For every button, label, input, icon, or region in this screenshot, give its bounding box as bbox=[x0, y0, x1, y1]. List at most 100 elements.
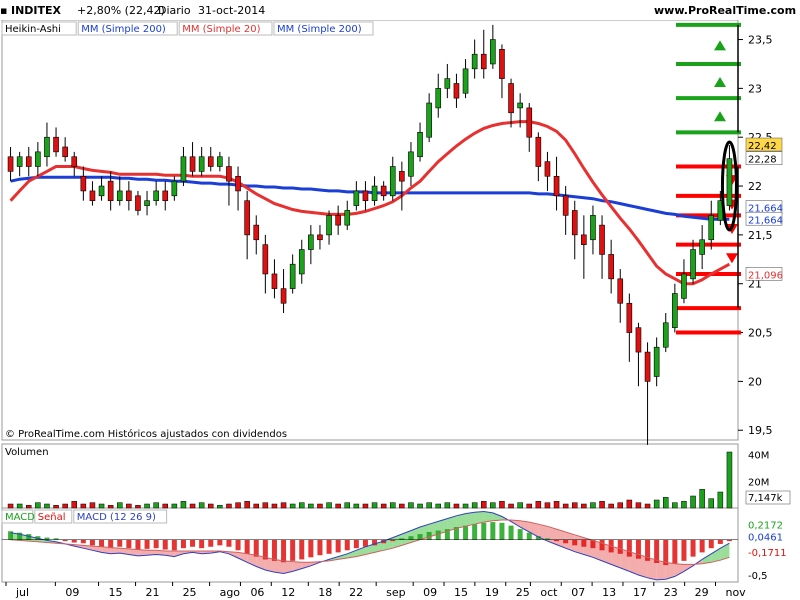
last-price-label: 22,42 bbox=[748, 141, 777, 152]
x-tick-label: 15 bbox=[109, 586, 123, 599]
legend-item: Heikin-Ashi bbox=[5, 24, 61, 35]
volume-bar bbox=[399, 503, 405, 509]
macd-histogram-bar bbox=[635, 539, 641, 559]
macd-histogram-bar bbox=[117, 539, 123, 547]
x-tick-label: 15 bbox=[454, 586, 468, 599]
volume-tick-label: 20M bbox=[748, 477, 769, 488]
x-tick-label: 17 bbox=[633, 586, 647, 599]
volume-bar bbox=[44, 503, 50, 509]
macd-histogram-bar bbox=[99, 539, 105, 547]
volume-label: Volumen bbox=[5, 447, 49, 458]
macd-histogram-bar bbox=[80, 539, 86, 544]
candle-body bbox=[408, 151, 414, 177]
volume-bar bbox=[599, 501, 605, 509]
macd-histogram-bar bbox=[44, 537, 50, 540]
volume-bar bbox=[135, 505, 141, 509]
macd-histogram-bar bbox=[180, 539, 186, 549]
volume-bar bbox=[53, 505, 59, 509]
candle-body bbox=[226, 166, 232, 182]
volume-bar bbox=[717, 491, 724, 509]
candle-body bbox=[7, 156, 14, 172]
volume-bar bbox=[444, 502, 451, 509]
chart-menu-icon[interactable]: ▪ bbox=[0, 4, 7, 17]
candle-body bbox=[681, 273, 687, 299]
macd-tick-label: -0,5 bbox=[748, 571, 768, 582]
macd-histogram-bar bbox=[235, 539, 241, 551]
volume-bar bbox=[362, 503, 369, 509]
x-tick-label: 07 bbox=[571, 586, 585, 599]
macd-histogram-bar bbox=[217, 539, 223, 546]
volume-bar bbox=[71, 501, 78, 509]
x-tick-label: sep bbox=[386, 586, 405, 599]
chart-header: ▪ INDITEX +2,80% (22,42) Diario 31-oct-2… bbox=[0, 0, 800, 20]
volume-bar bbox=[635, 502, 642, 509]
macd-histogram-bar bbox=[271, 539, 277, 561]
candle-body bbox=[553, 175, 560, 197]
candle-body bbox=[435, 88, 442, 109]
macd-histogram-bar bbox=[253, 539, 259, 557]
candle-body bbox=[44, 136, 50, 158]
volume-bar bbox=[426, 502, 432, 509]
x-tick-label: ago bbox=[220, 586, 241, 599]
candle-body bbox=[508, 83, 514, 114]
sma200-label-b: 21,664 bbox=[748, 215, 783, 226]
macd-histogram-bar bbox=[526, 532, 532, 540]
candle-body bbox=[326, 215, 332, 236]
macd-histogram-bar bbox=[153, 539, 159, 549]
macd-histogram-bar bbox=[317, 539, 323, 556]
volume-bar bbox=[35, 502, 41, 509]
macd-histogram-bar bbox=[144, 539, 150, 549]
volume-bar bbox=[262, 502, 269, 509]
candle-body bbox=[253, 224, 260, 241]
price-change: +2,80% (22,42) bbox=[77, 4, 165, 17]
x-tick-label: 22 bbox=[349, 586, 363, 599]
candle-body bbox=[590, 215, 596, 241]
candle-body bbox=[217, 156, 223, 167]
candle-body bbox=[308, 234, 314, 250]
candle-body bbox=[62, 146, 68, 158]
volume-bar bbox=[571, 502, 578, 509]
candle-body bbox=[626, 302, 633, 333]
volume-bar bbox=[326, 502, 332, 509]
x-tick-label: 19 bbox=[485, 586, 499, 599]
macd-histogram-bar bbox=[171, 539, 177, 551]
candle-body bbox=[453, 83, 460, 99]
candle-body bbox=[271, 273, 278, 289]
chart-window: ▪ INDITEX +2,80% (22,42) Diario 31-oct-2… bbox=[0, 0, 800, 600]
volume-bar bbox=[590, 502, 596, 509]
macd-histogram-bar bbox=[708, 539, 714, 549]
volume-bar bbox=[226, 503, 232, 509]
volume-bar bbox=[162, 503, 169, 509]
volume-bar bbox=[389, 502, 396, 509]
macd-tick-label: -0,1711 bbox=[748, 548, 787, 559]
x-tick-label: oct bbox=[540, 586, 558, 599]
macd-histogram-bar bbox=[335, 539, 341, 553]
macd-histogram-bar bbox=[717, 539, 723, 544]
volume-bar bbox=[180, 501, 187, 509]
volume-bar bbox=[89, 502, 96, 509]
symbol-name: INDITEX bbox=[11, 4, 62, 17]
volume-bar bbox=[417, 503, 423, 509]
candle-body bbox=[53, 136, 59, 153]
macd-histogram-bar bbox=[699, 539, 705, 553]
macd-histogram-bar bbox=[681, 539, 687, 561]
candle-body bbox=[162, 190, 169, 201]
volume-bar bbox=[98, 503, 105, 509]
up-arrow-icon bbox=[714, 40, 726, 51]
macd-histogram-bar bbox=[581, 539, 587, 547]
price-tick-label: 23,5 bbox=[748, 34, 773, 47]
volume-bar bbox=[608, 503, 614, 509]
candle-body bbox=[235, 175, 241, 192]
candle-body bbox=[244, 200, 250, 236]
volume-bar bbox=[371, 502, 378, 509]
macd-histogram-bar bbox=[517, 529, 523, 540]
candle-body bbox=[571, 210, 578, 236]
macd-histogram-bar bbox=[290, 539, 296, 561]
volume-bar bbox=[171, 503, 178, 509]
volume-bar bbox=[280, 502, 287, 509]
volume-bar bbox=[25, 505, 32, 509]
volume-bar bbox=[662, 497, 669, 509]
candle-body bbox=[89, 190, 96, 201]
candle-body bbox=[153, 190, 159, 201]
candle-body bbox=[562, 195, 569, 216]
